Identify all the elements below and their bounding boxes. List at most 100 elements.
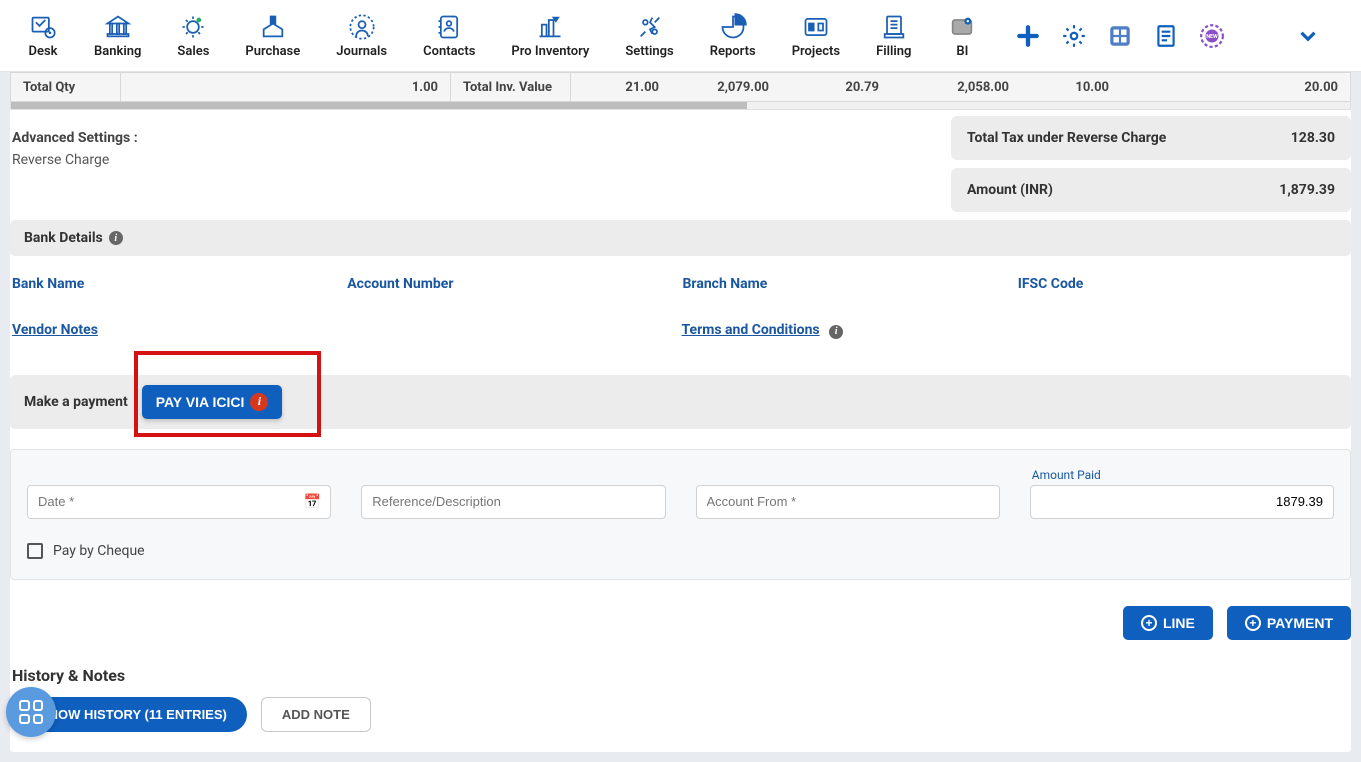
summary-tax-label: Total Tax under Reverse Charge <box>967 130 1166 146</box>
add-note-button[interactable]: ADD NOTE <box>261 697 371 732</box>
journals-icon <box>347 12 377 42</box>
bi-icon <box>947 12 977 42</box>
summary-amount-label: Amount (INR) <box>967 182 1053 198</box>
bank-details-title: Bank Details <box>24 230 103 246</box>
history-notes-title: History & Notes <box>10 666 1351 685</box>
pay-by-cheque-label: Pay by Cheque <box>53 543 145 559</box>
payment-label: PAYMENT <box>1267 615 1333 631</box>
total-qty-label: Total Qty <box>11 73 121 101</box>
nav-bi[interactable]: BI <box>929 7 995 64</box>
banking-icon <box>103 12 133 42</box>
totals-v5: 10.00 <box>1021 73 1121 101</box>
nav-purchase[interactable]: Purchase <box>227 7 318 64</box>
amount-paid-input[interactable] <box>1030 485 1334 519</box>
payment-form: 📅 Amount Paid Pay by Cheque <box>10 449 1351 580</box>
grid-icon <box>19 700 43 724</box>
make-payment-label: Make a payment <box>24 394 128 410</box>
bank-headers: Bank Name Account Number Branch Name IFS… <box>10 276 1351 292</box>
topbar-actions: NEW <box>1015 23 1351 49</box>
top-navbar: Desk Banking Sales Purchase Journals Con… <box>0 0 1361 72</box>
nav-label: Filling <box>876 44 911 59</box>
nav-label: Purchase <box>245 44 300 59</box>
pay-by-cheque-row[interactable]: Pay by Cheque <box>27 543 1334 559</box>
floating-apps-button[interactable] <box>6 687 56 737</box>
account-from-input[interactable] <box>696 485 1000 519</box>
nav-items: Desk Banking Sales Purchase Journals Con… <box>10 7 995 64</box>
calculator-icon[interactable] <box>1107 23 1133 49</box>
purchase-icon <box>258 12 288 42</box>
settings-icon <box>635 12 665 42</box>
horizontal-scrollbar[interactable] <box>10 102 1351 110</box>
nav-pro-inventory[interactable]: Pro Inventory <box>493 7 607 64</box>
nav-projects[interactable]: Projects <box>774 7 858 64</box>
desk-icon <box>28 12 58 42</box>
gear-icon[interactable] <box>1061 23 1087 49</box>
bank-name-header: Bank Name <box>10 276 345 292</box>
history-buttons: SHOW HISTORY (11 ENTRIES) ADD NOTE <box>10 697 1351 732</box>
totals-v2: 2,079.00 <box>671 73 781 101</box>
nav-label: Desk <box>28 44 57 59</box>
checkbox-icon[interactable] <box>27 543 43 559</box>
info-icon[interactable]: i <box>109 231 123 245</box>
plus-icon: + <box>1141 615 1157 631</box>
summary-amount-value: 1,879.39 <box>1279 182 1335 198</box>
reference-input[interactable] <box>361 485 665 519</box>
chevron-down-icon[interactable] <box>1295 23 1321 49</box>
nav-sales[interactable]: Sales <box>159 7 227 64</box>
ifsc-code-header: IFSC Code <box>1016 276 1351 292</box>
amount-paid-label: Amount Paid <box>1032 468 1334 482</box>
payment-button[interactable]: + PAYMENT <box>1227 606 1351 640</box>
account-number-header: Account Number <box>345 276 680 292</box>
branch-name-header: Branch Name <box>681 276 1016 292</box>
links-row: Vendor Notes Terms and Conditions i <box>10 322 1351 339</box>
nav-label: Banking <box>94 44 141 59</box>
totals-v4: 2,058.00 <box>891 73 1021 101</box>
nav-desk[interactable]: Desk <box>10 7 76 64</box>
reports-icon <box>718 12 748 42</box>
nav-settings[interactable]: Settings <box>607 7 691 64</box>
summary-cards: Total Tax under Reverse Charge 128.30 Am… <box>951 116 1351 220</box>
add-icon[interactable] <box>1015 23 1041 49</box>
totals-v1: 21.00 <box>571 73 671 101</box>
nav-label: Sales <box>177 44 209 59</box>
nav-banking[interactable]: Banking <box>76 7 159 64</box>
bank-details-section: Bank Details i <box>10 220 1351 256</box>
nav-filling[interactable]: Filling <box>858 7 929 64</box>
terms-conditions-link[interactable]: Terms and Conditions <box>682 322 820 338</box>
inventory-icon <box>535 12 565 42</box>
spacer-label <box>698 468 1000 482</box>
action-buttons: + LINE + PAYMENT <box>10 606 1351 640</box>
nav-journals[interactable]: Journals <box>318 7 405 64</box>
nav-label: Settings <box>625 44 673 59</box>
summary-tax-card: Total Tax under Reverse Charge 128.30 <box>951 116 1351 160</box>
svg-text:NEW: NEW <box>1206 34 1218 40</box>
document-icon[interactable] <box>1153 23 1179 49</box>
spacer-label <box>363 468 665 482</box>
total-qty-value: 1.00 <box>121 73 451 101</box>
nav-contacts[interactable]: Contacts <box>405 7 493 64</box>
line-label: LINE <box>1163 615 1195 631</box>
nav-reports[interactable]: Reports <box>692 7 774 64</box>
summary-tax-value: 128.30 <box>1291 130 1335 146</box>
line-button[interactable]: + LINE <box>1123 606 1213 640</box>
vendor-notes-link[interactable]: Vendor Notes <box>12 322 98 338</box>
nav-label: Reports <box>710 44 756 59</box>
pay-via-icici-button[interactable]: PAY VIA ICICI i <box>142 385 283 419</box>
total-inv-label: Total Inv. Value <box>451 73 571 101</box>
totals-row: Total Qty 1.00 Total Inv. Value 21.00 2,… <box>10 72 1351 102</box>
info-icon[interactable]: i <box>829 325 843 339</box>
nav-label: Journals <box>336 44 387 59</box>
calendar-icon[interactable]: 📅 <box>304 494 321 510</box>
spacer-label <box>29 468 331 482</box>
projects-icon <box>801 12 831 42</box>
make-payment-section: Make a payment PAY VIA ICICI i <box>10 375 1351 429</box>
icici-icon: i <box>250 393 268 411</box>
sales-icon <box>178 12 208 42</box>
filling-icon <box>879 12 909 42</box>
nav-label: Projects <box>792 44 840 59</box>
date-input[interactable] <box>27 485 331 519</box>
page-body: Total Qty 1.00 Total Inv. Value 21.00 2,… <box>10 72 1351 752</box>
totals-v3: 20.79 <box>781 73 891 101</box>
summary-amount-card: Amount (INR) 1,879.39 <box>951 168 1351 212</box>
new-badge-icon[interactable]: NEW <box>1199 23 1225 49</box>
